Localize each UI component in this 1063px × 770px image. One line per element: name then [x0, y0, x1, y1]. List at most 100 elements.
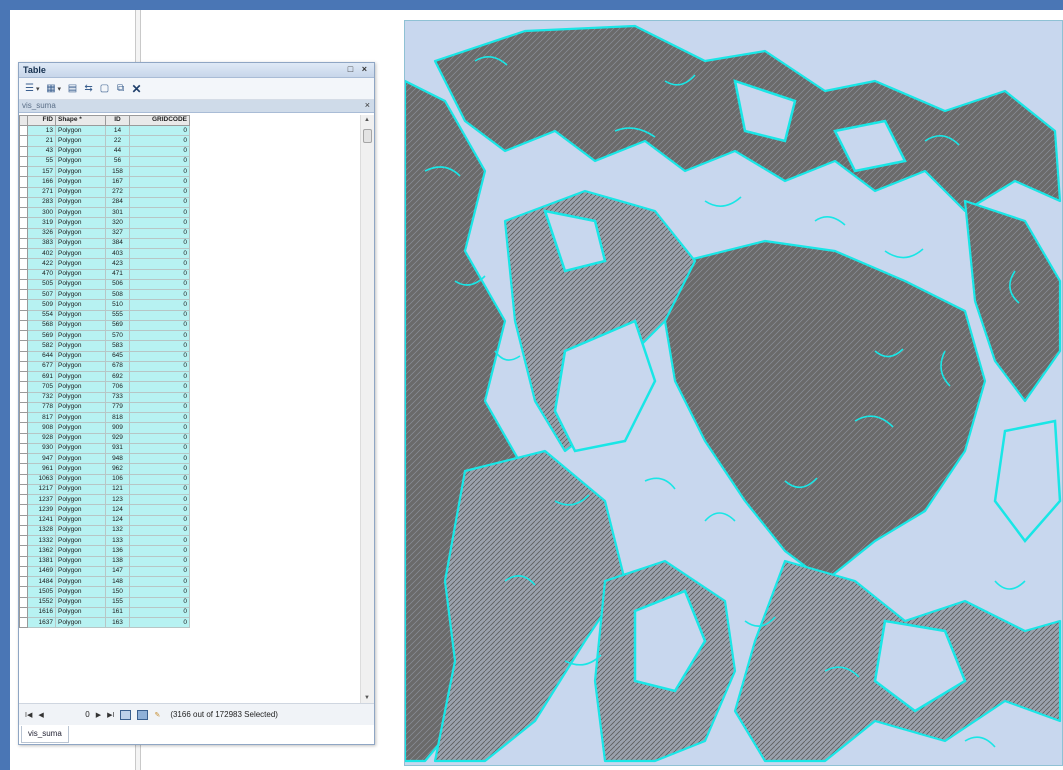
table-row[interactable]: 509 Polygon 510 0 [19, 299, 190, 311]
last-record-button[interactable]: ▶I [107, 711, 114, 719]
row-selector[interactable] [19, 524, 28, 537]
scroll-up-icon[interactable]: ▲ [364, 117, 370, 123]
row-selector[interactable] [19, 309, 28, 321]
table-row[interactable]: 1241 Polygon 124 0 [19, 514, 190, 526]
table-row[interactable]: 1484 Polygon 148 0 [19, 575, 190, 588]
show-selected-records-icon[interactable] [137, 709, 149, 720]
bottom-table-tab[interactable]: vis_suma [21, 726, 69, 743]
table-row[interactable]: 961 Polygon 962 0 [19, 463, 190, 475]
row-selector[interactable] [19, 319, 28, 332]
row-selector[interactable] [19, 237, 28, 250]
show-all-records-icon[interactable] [120, 709, 132, 720]
table-row[interactable]: 402 Polygon 403 0 [19, 247, 190, 260]
table-row[interactable]: 166 Polygon 167 0 [19, 176, 190, 188]
switch-selection-icon[interactable]: ⇆ [82, 83, 95, 95]
row-selector[interactable] [19, 268, 28, 280]
row-selector[interactable] [19, 606, 28, 619]
row-selector[interactable] [19, 350, 28, 362]
table-row[interactable]: 817 Polygon 818 0 [19, 411, 190, 424]
table-row[interactable]: 947 Polygon 948 0 [19, 452, 190, 465]
table-row[interactable]: 778 Polygon 779 0 [19, 401, 190, 414]
row-selector[interactable] [19, 514, 28, 526]
table-row[interactable]: 1469 Polygon 147 0 [19, 565, 190, 578]
row-selector[interactable] [19, 452, 28, 465]
row-selector[interactable] [19, 381, 28, 393]
table-row[interactable]: 1362 Polygon 136 0 [19, 545, 190, 557]
row-selector[interactable] [19, 596, 28, 608]
row-selector[interactable] [19, 247, 28, 260]
table-row[interactable]: 422 Polygon 423 0 [19, 258, 190, 270]
table-row[interactable]: 554 Polygon 555 0 [19, 309, 190, 321]
table-row[interactable]: 326 Polygon 327 0 [19, 227, 190, 239]
row-selector[interactable] [19, 483, 28, 496]
window-controls[interactable]: □ × [348, 64, 370, 74]
table-row[interactable]: 1217 Polygon 121 0 [19, 483, 190, 496]
related-tables-icon[interactable]: ▦ [45, 83, 58, 95]
vertical-scrollbar[interactable]: ▲ ▼ [360, 115, 374, 703]
layer-tab-close-icon[interactable]: × [365, 100, 370, 110]
row-selector[interactable] [19, 124, 28, 137]
table-row[interactable]: 271 Polygon 272 0 [19, 186, 190, 198]
table-row[interactable]: 928 Polygon 929 0 [19, 432, 190, 444]
row-selector[interactable] [19, 155, 28, 168]
table-row[interactable]: 568 Polygon 569 0 [19, 319, 190, 332]
row-selector[interactable] [19, 504, 28, 516]
table-row[interactable]: 1616 Polygon 161 0 [19, 606, 190, 619]
row-selector[interactable] [19, 135, 28, 147]
related-tables-dropdown-icon[interactable]: ▾ [58, 85, 62, 93]
row-selector[interactable] [19, 299, 28, 311]
row-selector[interactable] [19, 616, 28, 629]
row-selector[interactable] [19, 391, 28, 403]
row-selector[interactable] [19, 360, 28, 373]
column-header-gridcode[interactable]: GRIDCODE [129, 115, 190, 126]
row-selector[interactable] [19, 176, 28, 188]
table-options-icon[interactable]: ☰ [23, 83, 36, 95]
table-row[interactable]: 732 Polygon 733 0 [19, 391, 190, 403]
row-selector[interactable] [19, 575, 28, 588]
row-selector[interactable] [19, 442, 28, 455]
attribute-grid[interactable]: FID Shape * ID GRIDCODE 13 Polygon 14 0 21 Po… [19, 115, 360, 703]
table-row[interactable]: 283 Polygon 284 0 [19, 196, 190, 209]
scroll-down-icon[interactable]: ▼ [364, 695, 370, 701]
map-view[interactable] [404, 20, 1063, 766]
table-row[interactable]: 1239 Polygon 124 0 [19, 504, 190, 516]
row-selector[interactable] [19, 288, 28, 301]
column-header-fid[interactable]: FID [27, 115, 56, 126]
table-row[interactable]: 1505 Polygon 150 0 [19, 586, 190, 598]
row-selector[interactable] [19, 401, 28, 414]
row-selector[interactable] [19, 555, 28, 567]
next-record-button[interactable]: ▶ [96, 711, 101, 719]
first-record-button[interactable]: I◀ [25, 711, 32, 719]
column-header-id[interactable]: ID [105, 115, 130, 126]
row-selector[interactable] [19, 565, 28, 578]
table-row[interactable]: 1063 Polygon 106 0 [19, 473, 190, 485]
scrollbar-thumb[interactable] [363, 129, 372, 143]
row-selector[interactable] [19, 329, 28, 342]
row-selector[interactable] [19, 422, 28, 434]
table-row[interactable]: 1332 Polygon 133 0 [19, 534, 190, 547]
table-row[interactable]: 13 Polygon 14 0 [19, 124, 190, 137]
delete-selected-icon[interactable]: ✕ [130, 82, 143, 96]
row-selector[interactable] [19, 473, 28, 485]
table-row[interactable]: 55 Polygon 56 0 [19, 155, 190, 168]
table-row[interactable]: 582 Polygon 583 0 [19, 340, 190, 352]
current-record-input[interactable]: 0 [50, 710, 89, 719]
row-selector[interactable] [19, 463, 28, 475]
row-selector[interactable] [19, 206, 28, 219]
copy-selected-icon[interactable]: ⧉ [114, 83, 127, 95]
layer-tab-header[interactable]: vis_suma × [19, 100, 374, 113]
column-header-shape[interactable]: Shape * [55, 115, 106, 126]
table-row[interactable]: 691 Polygon 692 0 [19, 370, 190, 383]
table-row[interactable]: 644 Polygon 645 0 [19, 350, 190, 362]
table-row[interactable]: 507 Polygon 508 0 [19, 288, 190, 301]
table-row[interactable]: 677 Polygon 678 0 [19, 360, 190, 373]
table-row[interactable]: 157 Polygon 158 0 [19, 165, 190, 178]
table-row[interactable]: 43 Polygon 44 0 [19, 145, 190, 157]
row-selector[interactable] [19, 227, 28, 239]
table-row[interactable]: 470 Polygon 471 0 [19, 268, 190, 280]
row-selector[interactable] [19, 370, 28, 383]
row-selector[interactable] [19, 145, 28, 157]
table-row[interactable]: 1237 Polygon 123 0 [19, 493, 190, 506]
table-row[interactable]: 930 Polygon 931 0 [19, 442, 190, 455]
row-selector[interactable] [19, 586, 28, 598]
